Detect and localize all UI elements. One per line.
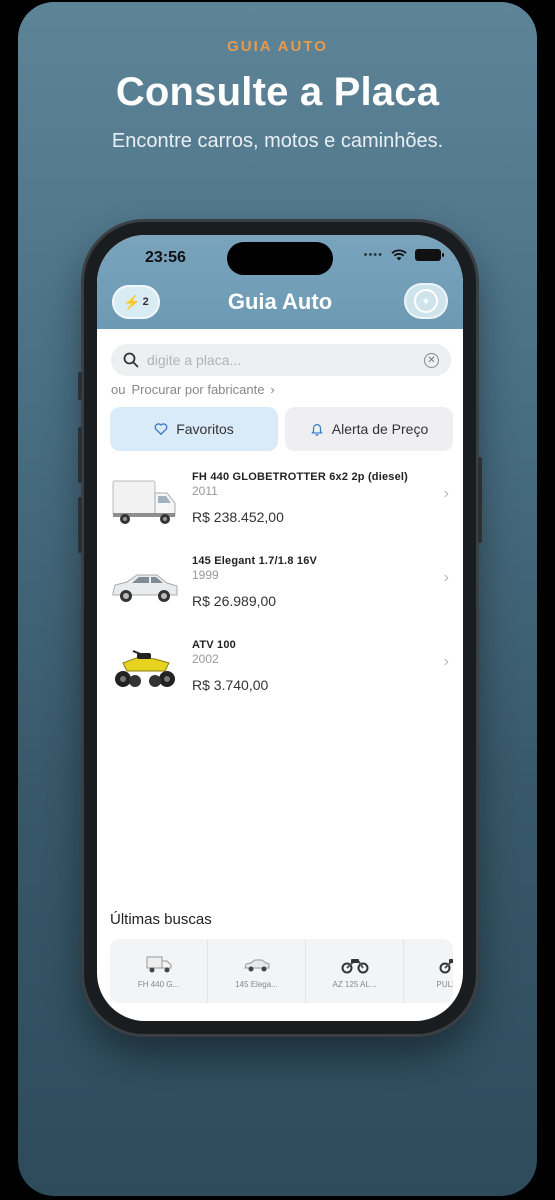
- motorcycle-icon: [341, 958, 368, 973]
- favorites-label: Favoritos: [176, 421, 234, 437]
- vehicle-year: 1999: [192, 568, 219, 582]
- vehicle-price: R$ 26.989,00: [192, 593, 277, 609]
- chevron-right-icon: ›: [270, 382, 275, 397]
- plate-search-bar[interactable]: ✕: [111, 344, 451, 376]
- sparkle-icon: ✦: [414, 289, 438, 313]
- promo-subhead: Encontre carros, motos e caminhões.: [111, 130, 444, 152]
- heart-icon: [154, 423, 168, 435]
- chevron-right-icon: ›: [443, 653, 449, 670]
- car-icon: [243, 959, 269, 971]
- recent-searches-title: Últimas buscas: [110, 911, 212, 928]
- vehicle-model: 145 Elegant 1.7/1.8 16V: [192, 555, 318, 567]
- status-indicators: ••••: [363, 249, 444, 261]
- phone-frame: 23:56 •••• ⚡ 2 Guia Auto ✦ digite a plac…: [78, 222, 482, 1034]
- clear-icon[interactable]: ✕: [424, 352, 439, 368]
- vehicle-row[interactable]: 145 Elegant 1.7/1.8 16V 1999 R$ 26.989,0…: [97, 547, 463, 631]
- vehicle-price: R$ 3.740,00: [192, 677, 269, 693]
- truck-image: [112, 480, 176, 524]
- vehicle-price: R$ 238.452,00: [192, 509, 284, 525]
- price-alert-label: Alerta de Preço: [331, 421, 429, 437]
- recent-searches-strip: FH 440 G... 145 Elega... AZ 125 AL... PU…: [110, 939, 453, 1003]
- vehicle-model: ATV 100: [192, 639, 236, 651]
- recent-item-label: AZ 125 AL...: [332, 979, 377, 989]
- bell-icon: [311, 424, 323, 436]
- promo-card: GUIA AUTO Consulte a Placa Encontre carr…: [18, 2, 537, 1196]
- wifi-icon: [391, 249, 407, 261]
- browse-prefix: ou: [111, 382, 126, 397]
- favorites-list: FH 440 GLOBETROTTER 6x2 2p (diesel) 2011…: [97, 463, 463, 715]
- dynamic-island: [227, 242, 333, 275]
- search-icon: [123, 352, 139, 368]
- recent-item[interactable]: PULSAR: [404, 939, 453, 1003]
- plate-search-input[interactable]: [147, 352, 424, 368]
- recent-item[interactable]: FH 440 G...: [110, 939, 208, 1003]
- chevron-right-icon: ›: [443, 485, 449, 502]
- vehicle-row[interactable]: FH 440 GLOBETROTTER 6x2 2p (diesel) 2011…: [97, 463, 463, 547]
- atv-image: [115, 650, 175, 687]
- browse-manufacturer-link[interactable]: Procurar por fabricante: [131, 382, 264, 397]
- motorcycle-icon: [439, 958, 453, 973]
- price-alert-button[interactable]: Alerta de Preço: [285, 407, 453, 451]
- mute-switch: [78, 372, 82, 400]
- battery-icon: [415, 249, 444, 261]
- vehicle-year: 2011: [192, 484, 218, 498]
- browse-manufacturer: ou Procurar por fabricante ›: [111, 382, 275, 397]
- power-button: [478, 457, 482, 543]
- volume-up-button: [78, 427, 82, 483]
- vehicle-model: FH 440 GLOBETROTTER 6x2 2p (diesel): [192, 471, 409, 483]
- recent-item-label: FH 440 G...: [137, 979, 180, 989]
- recent-item[interactable]: AZ 125 AL...: [306, 939, 404, 1003]
- recent-item[interactable]: 145 Elega...: [208, 939, 306, 1003]
- signal-icon: ••••: [363, 249, 383, 261]
- promo-headline: Consulte a Placa: [115, 70, 440, 114]
- sparkle-button[interactable]: ✦: [404, 283, 448, 319]
- chevron-right-icon: ›: [443, 569, 449, 586]
- app-header: 23:56 •••• ⚡ 2 Guia Auto ✦: [97, 235, 463, 329]
- vehicle-year: 2002: [192, 652, 219, 666]
- truck-icon: [146, 956, 171, 972]
- recent-item-label: 145 Elega...: [235, 979, 278, 989]
- favorites-button[interactable]: Favoritos: [110, 407, 278, 451]
- brand-label: GUIA AUTO: [227, 38, 328, 55]
- status-time: 23:56: [145, 249, 186, 266]
- app-screen: 23:56 •••• ⚡ 2 Guia Auto ✦ digite a plac…: [97, 235, 463, 1021]
- car-image: [112, 574, 178, 602]
- recent-item-label: PULSAR: [436, 979, 453, 989]
- volume-down-button: [78, 497, 82, 553]
- vehicle-row[interactable]: ATV 100 2002 R$ 3.740,00 ›: [97, 631, 463, 715]
